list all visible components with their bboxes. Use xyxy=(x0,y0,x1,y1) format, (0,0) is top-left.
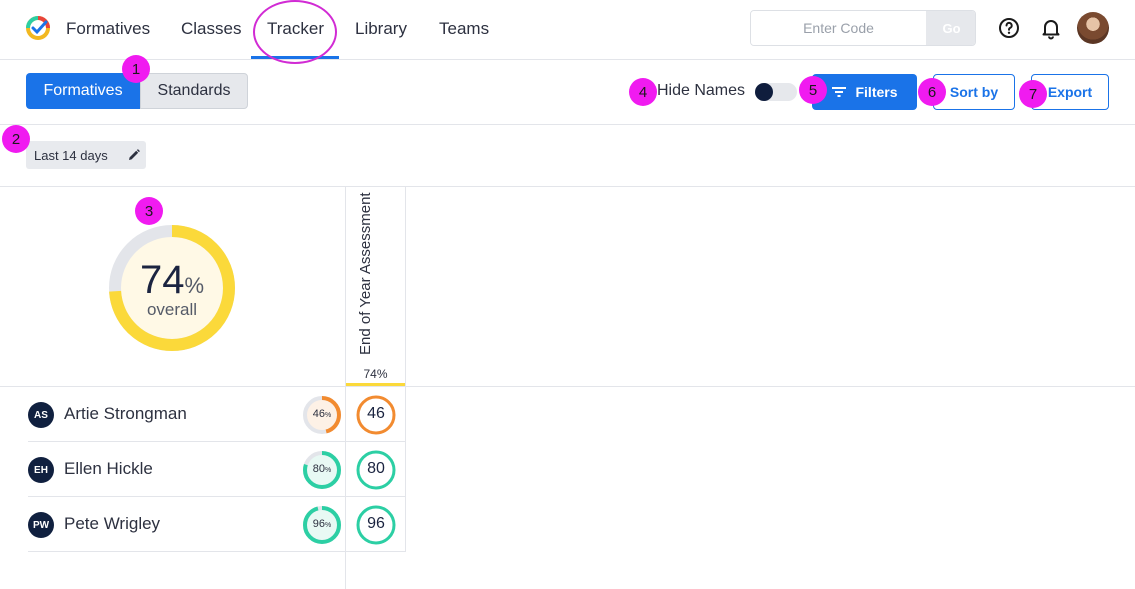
percent-sign: % xyxy=(325,522,332,529)
assessment-average: 74% xyxy=(346,366,405,386)
overall-unit: % xyxy=(184,273,205,298)
student-initials-avatar: EH xyxy=(28,457,54,483)
annotation-badge: 1 xyxy=(122,55,150,83)
student-row[interactable]: AS Artie Strongman 46% 46 xyxy=(28,387,406,442)
annotation-badge: 2 xyxy=(2,125,30,153)
formatives-tab[interactable]: Formatives xyxy=(26,73,140,109)
standards-tab[interactable]: Standards xyxy=(140,73,248,109)
join-code-group: Go xyxy=(750,10,976,46)
student-initials-avatar: PW xyxy=(28,512,54,538)
student-row[interactable]: PW Pete Wrigley 96% 96 xyxy=(28,497,406,552)
student-name[interactable]: Pete Wrigley xyxy=(64,514,160,534)
toggle-knob xyxy=(755,83,773,101)
assessment-score[interactable]: 96 xyxy=(355,515,397,533)
student-name[interactable]: Artie Strongman xyxy=(64,404,187,424)
annotation-badge: 3 xyxy=(135,197,163,225)
student-overall-value: 96 xyxy=(312,518,325,530)
filters-label: Filters xyxy=(855,84,898,100)
assessment-column-header[interactable]: End of Year Assessment xyxy=(356,185,375,355)
overall-label: overall xyxy=(146,300,198,319)
nav-formatives[interactable]: Formatives xyxy=(66,19,150,39)
annotation-badge: 4 xyxy=(629,78,657,106)
filter-icon xyxy=(832,87,847,97)
overall-value: 74 xyxy=(139,258,185,302)
hide-names-toggle[interactable] xyxy=(755,83,797,101)
annotation-badge: 6 xyxy=(918,78,946,106)
enter-code-input[interactable] xyxy=(751,11,926,45)
user-avatar[interactable] xyxy=(1077,12,1109,44)
student-overall-percent: 96% xyxy=(302,518,342,530)
student-overall-percent: 80% xyxy=(302,463,342,475)
percent-sign: % xyxy=(325,467,332,474)
nav-teams[interactable]: Teams xyxy=(439,19,489,39)
top-navigation: Formatives Classes Tracker Library Teams… xyxy=(0,0,1135,64)
date-range-chip[interactable]: Last 14 days xyxy=(26,141,146,169)
nav-classes[interactable]: Classes xyxy=(181,19,241,39)
student-overall-percent: 46% xyxy=(302,408,342,420)
student-row[interactable]: EH Ellen Hickle 80% 80 xyxy=(28,442,406,497)
assessment-score[interactable]: 46 xyxy=(355,405,397,423)
bell-icon[interactable] xyxy=(1039,16,1063,40)
annotation-badge: 7 xyxy=(1019,80,1047,108)
help-circle-icon[interactable] xyxy=(997,16,1021,40)
student-overall-value: 80 xyxy=(312,463,325,475)
nav-library[interactable]: Library xyxy=(355,19,407,39)
overall-percentage: 74% xyxy=(106,258,238,303)
annotation-badge: 5 xyxy=(799,76,827,104)
date-range-label: Last 14 days xyxy=(34,147,108,163)
assessment-score[interactable]: 80 xyxy=(355,460,397,478)
student-name[interactable]: Ellen Hickle xyxy=(64,459,153,479)
filters-button[interactable]: Filters xyxy=(812,74,917,110)
pencil-icon xyxy=(129,149,140,160)
student-overall-value: 46 xyxy=(312,408,325,420)
go-button[interactable]: Go xyxy=(926,11,975,45)
date-filter-row: Last 14 days xyxy=(0,125,1135,187)
formative-logo-icon[interactable] xyxy=(25,15,51,41)
student-initials-avatar: AS xyxy=(28,402,54,428)
tracker-toolbar: Formatives Standards Hide Names Filters … xyxy=(0,60,1135,125)
annotation-circle xyxy=(253,0,337,64)
percent-sign: % xyxy=(325,412,332,419)
hide-names-label: Hide Names xyxy=(657,82,746,99)
